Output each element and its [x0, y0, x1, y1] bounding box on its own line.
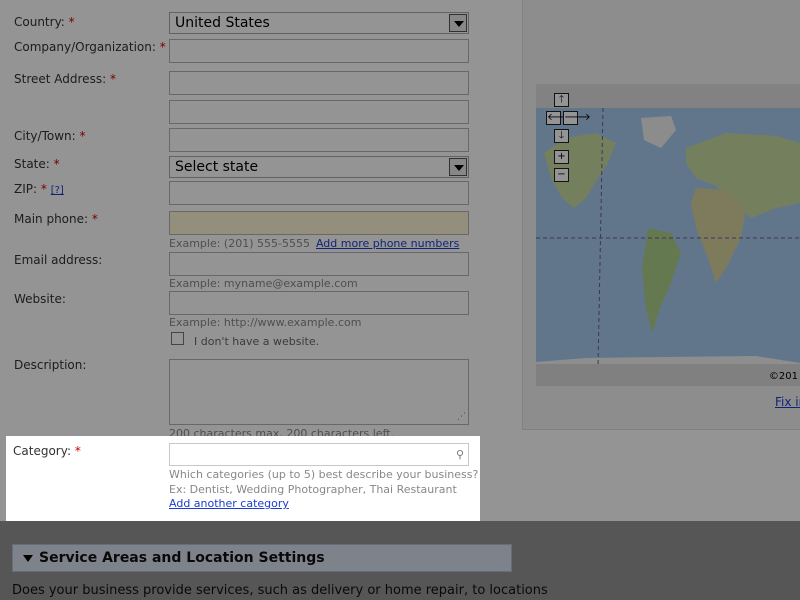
category-label: Category: * [13, 444, 81, 458]
fix-map-link[interactable]: Fix in [775, 395, 800, 409]
world-map [536, 108, 800, 366]
zip-help-link[interactable]: [?] [51, 185, 64, 196]
chevron-down-icon[interactable] [449, 14, 467, 32]
pan-up-button[interactable]: 🡑 [554, 93, 569, 107]
website-input[interactable] [169, 291, 469, 315]
company-input[interactable] [169, 39, 469, 63]
pan-left-button[interactable]: 🡐 [546, 111, 574, 125]
pan-right-button[interactable]: 🡒 [563, 111, 591, 125]
category-example: Ex: Dentist, Wedding Photographer, Thai … [169, 483, 457, 496]
category-hint: Which categories (up to 5) best describe… [169, 468, 479, 481]
collapse-triangle-icon[interactable] [23, 555, 33, 562]
email-input[interactable] [169, 252, 469, 276]
chevron-down-icon[interactable] [449, 158, 467, 176]
website-hint: Example: http://www.example.com [169, 316, 362, 329]
zoom-out-button[interactable]: − [554, 168, 569, 182]
website-label: Website: [14, 292, 66, 306]
no-website-label: I don't have a website. [194, 335, 320, 348]
state-select[interactable]: Select state [169, 156, 469, 178]
country-select[interactable]: United States [169, 12, 469, 34]
category-input[interactable]: ⚲ [169, 443, 469, 466]
section-title: Service Areas and Location Settings [39, 550, 325, 566]
street-input-2[interactable] [169, 100, 469, 124]
service-areas-section-header[interactable]: Service Areas and Location Settings [12, 544, 512, 572]
company-label: Company/Organization: * [14, 40, 166, 54]
phone-input[interactable] [169, 211, 469, 235]
city-input[interactable] [169, 128, 469, 152]
search-icon: ⚲ [455, 448, 464, 461]
zip-label: ZIP: * [?] [14, 182, 64, 196]
map-footer: ©201 [536, 364, 800, 386]
zip-input[interactable] [169, 181, 469, 205]
description-textarea[interactable]: ⋰ [169, 359, 469, 425]
map-copyright: ©201 [768, 371, 798, 382]
state-label: State: * [14, 157, 60, 171]
city-label: City/Town: * [14, 129, 86, 143]
phone-hint: Example: (201) 555-5555 Add more phone nu… [169, 237, 460, 250]
service-question-text: Does your business provide services, suc… [12, 583, 548, 598]
map[interactable]: 🡑 🡐 🡒 🡓 + − ©201 [536, 84, 800, 386]
add-category-link[interactable]: Add another category [169, 497, 289, 510]
no-website-checkbox[interactable] [171, 332, 184, 345]
add-phone-link[interactable]: Add more phone numbers [316, 237, 459, 250]
description-label: Description: [14, 358, 87, 372]
zoom-in-button[interactable]: + [554, 150, 569, 164]
resize-grip-icon[interactable]: ⋰ [457, 413, 466, 422]
email-hint: Example: myname@example.com [169, 277, 358, 290]
category-highlight: Category: * ⚲ Which categories (up to 5)… [6, 436, 480, 521]
street-label: Street Address: * [14, 72, 116, 86]
country-label: Country: * [14, 15, 75, 29]
pan-down-button[interactable]: 🡓 [554, 129, 569, 143]
phone-label: Main phone: * [14, 212, 98, 226]
email-label: Email address: [14, 253, 103, 267]
street-input-1[interactable] [169, 71, 469, 95]
